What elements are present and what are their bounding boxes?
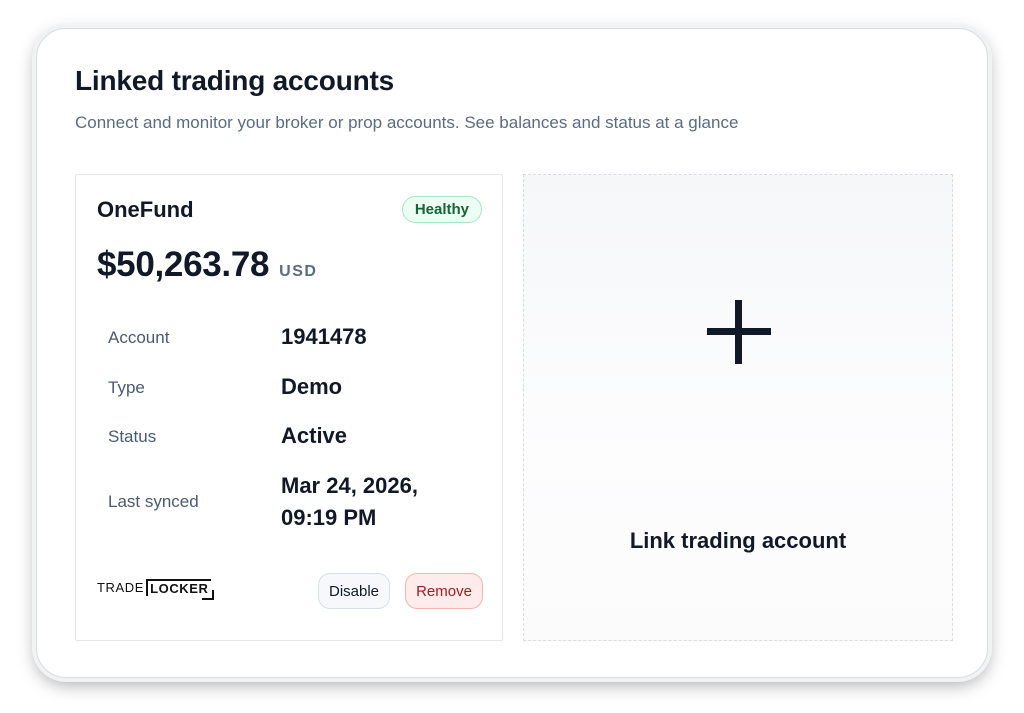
balance-amount: $50,263.78 (97, 245, 270, 284)
detail-value-last-synced: Mar 24, 2026, 09:19 PM (281, 473, 418, 530)
account-card: OneFund Healthy $50,263.78 USD Account 1… (75, 174, 503, 641)
detail-label-type: Type (108, 378, 145, 397)
page-subtitle: Connect and monitor your broker or prop … (75, 113, 739, 132)
balance: $50,263.78 USD (97, 245, 317, 285)
link-account-label: Link trading account (629, 528, 847, 553)
detail-value-account: 1941478 (281, 324, 367, 349)
account-name: OneFund (97, 197, 194, 222)
linked-accounts-panel: Linked trading accounts Connect and moni… (36, 28, 988, 678)
logo-text-locker: LOCKER (146, 579, 214, 600)
detail-label-account: Account (108, 328, 170, 347)
detail-value-status: Active (281, 423, 348, 448)
status-badge: Healthy (401, 196, 482, 223)
detail-label-status: Status (108, 427, 157, 446)
plus-icon (707, 300, 771, 364)
page-title: Linked trading accounts (75, 65, 394, 96)
tradelocker-logo: TRADE LOCKER (97, 579, 214, 600)
logo-text-trade: TRADE (97, 580, 145, 595)
detail-label-last-synced: Last synced (108, 492, 199, 511)
remove-button[interactable]: Remove (405, 573, 483, 609)
disable-button[interactable]: Disable (318, 573, 390, 609)
balance-currency: USD (279, 263, 318, 280)
link-account-card[interactable]: Link trading account (523, 174, 953, 641)
detail-value-type: Demo (281, 374, 343, 399)
